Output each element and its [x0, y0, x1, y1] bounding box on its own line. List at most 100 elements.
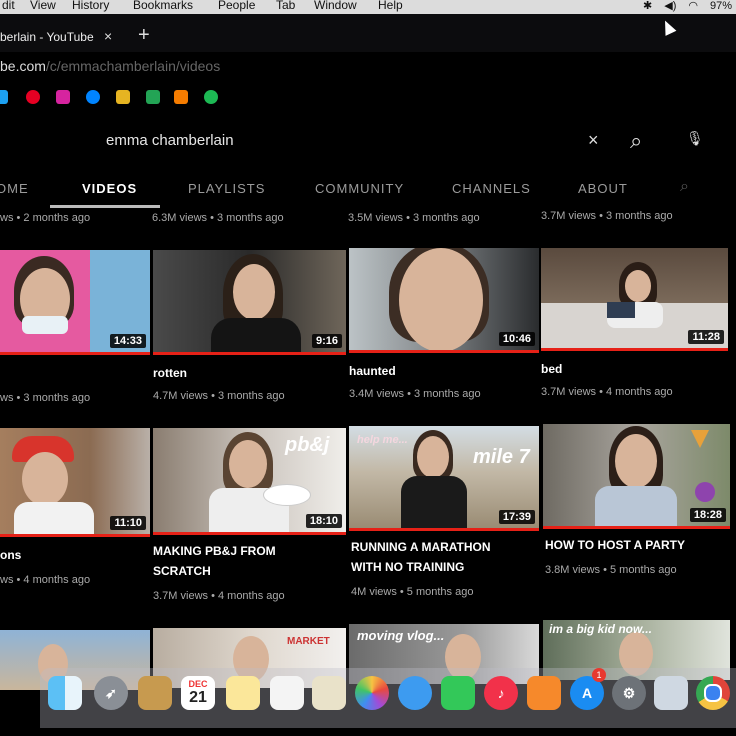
url-host: be.com [0, 58, 46, 74]
channel-tabs: OME VIDEOS PLAYLISTS COMMUNITY CHANNELS … [0, 178, 736, 208]
video-title[interactable]: MAKING PB&J FROM [153, 542, 276, 561]
video-meta: 3.8M views • 5 months ago [545, 564, 677, 576]
app-store-badge: 1 [592, 668, 606, 682]
browser-tab-bar: berlain - YouTube × + [0, 14, 736, 52]
volume-icon[interactable]: ◀) [664, 0, 676, 12]
tab-videos[interactable]: VIDEOS [82, 181, 137, 196]
video-meta: 3.5M views • 3 months ago [348, 212, 480, 224]
calendar-day: 21 [189, 689, 207, 706]
video-thumbnail[interactable]: 18:28 [543, 424, 730, 529]
tab-home[interactable]: OME [0, 181, 29, 196]
bluetooth-icon[interactable]: ✱ [643, 0, 652, 12]
video-title[interactable]: HOW TO HOST A PARTY [545, 536, 685, 555]
video-meta: ws • 4 months ago [0, 574, 91, 586]
menubar: dit View History Bookmarks People Tab Wi… [0, 0, 736, 14]
new-tab-button[interactable]: + [138, 24, 150, 47]
tab-about[interactable]: ABOUT [578, 181, 628, 196]
battery-percent[interactable]: 97% [710, 0, 732, 12]
video-title[interactable]: bed [541, 360, 562, 379]
finder-icon[interactable] [48, 676, 82, 710]
thumbnail-overlay-text: moving vlog... [357, 628, 445, 643]
stickies-icon[interactable] [226, 676, 260, 710]
video-meta: 3.7M views • 3 months ago [541, 210, 673, 222]
tab-community[interactable]: COMMUNITY [315, 181, 404, 196]
search-input[interactable]: emma chamberlain [106, 132, 234, 149]
orange-bookmark-icon[interactable] [174, 90, 188, 104]
video-title[interactable]: ons [0, 546, 21, 565]
thumbnail-overlay-text: MARKET [287, 636, 330, 647]
video-duration: 18:10 [305, 514, 342, 528]
menu-people[interactable]: People [218, 0, 255, 11]
instagram-bookmark-icon[interactable] [56, 90, 70, 104]
video-duration: 17:39 [498, 510, 535, 524]
video-thumbnail[interactable]: 9:16 [153, 250, 346, 355]
messenger-bookmark-icon[interactable] [86, 90, 100, 104]
spotify-bookmark-icon[interactable] [204, 90, 218, 104]
video-meta: ws • 2 months ago [0, 212, 91, 224]
video-meta: 6.3M views • 3 months ago [152, 212, 284, 224]
video-thumbnail[interactable]: 11:28 [541, 248, 728, 351]
facetime-icon[interactable] [441, 676, 475, 710]
menu-window[interactable]: Window [314, 0, 357, 11]
url-path: /c/emmachamberlain/videos [45, 58, 221, 74]
address-bar[interactable]: be.com/c/emmachamberlain/videos [0, 58, 220, 74]
thumbnail-overlay-text: help me... [357, 434, 408, 446]
video-title-line2[interactable]: WITH NO TRAINING [351, 558, 464, 577]
active-tab-underline [50, 205, 160, 208]
video-duration: 14:33 [109, 334, 146, 348]
menu-edit[interactable]: dit [2, 0, 15, 11]
menu-tab[interactable]: Tab [276, 0, 295, 11]
photos-icon[interactable] [355, 676, 389, 710]
video-meta: 4.7M views • 3 months ago [153, 390, 285, 402]
menu-history[interactable]: History [72, 0, 109, 11]
video-meta: ws • 3 months ago [0, 392, 91, 404]
video-meta: 4M views • 5 months ago [351, 586, 474, 598]
wifi-icon[interactable]: ◠ [688, 0, 698, 12]
chrome-icon[interactable] [696, 676, 730, 710]
channel-search-icon[interactable]: ⌕ [680, 178, 690, 196]
screenshot-icon[interactable] [654, 676, 688, 710]
pinterest-bookmark-icon[interactable] [26, 90, 40, 104]
system-preferences-icon[interactable]: ⚙ [612, 676, 646, 710]
tab-channels[interactable]: CHANNELS [452, 181, 531, 196]
thumbnail-overlay-text: im a big kid now... [549, 622, 652, 636]
music-icon[interactable]: ♪ [484, 676, 518, 710]
video-thumbnail[interactable]: 14:33 [0, 250, 150, 355]
video-duration: 10:46 [498, 332, 535, 346]
messages-icon[interactable] [398, 676, 432, 710]
menu-bookmarks[interactable]: Bookmarks [133, 0, 193, 11]
search-icon[interactable]: ⌕ [630, 128, 642, 154]
notes-icon[interactable] [138, 676, 172, 710]
meet-bookmark-icon[interactable] [146, 90, 160, 104]
tab-close-icon[interactable]: × [104, 28, 112, 44]
video-thumbnail[interactable]: pb&j 18:10 [153, 428, 346, 535]
menu-view[interactable]: View [30, 0, 56, 11]
calendar-icon[interactable]: DEC 21 [181, 676, 215, 710]
video-duration: 11:10 [110, 516, 146, 530]
video-title[interactable]: rotten [153, 364, 187, 383]
video-meta: 3.7M views • 4 months ago [153, 590, 285, 602]
video-duration: 18:28 [689, 508, 726, 522]
video-title-line2[interactable]: SCRATCH [153, 562, 211, 581]
menu-help[interactable]: Help [378, 0, 403, 11]
thumbnail-overlay-text: mile 7 [473, 446, 530, 468]
microphone-icon[interactable]: 🎙 [686, 130, 704, 147]
photo-bookmark-icon[interactable] [116, 90, 130, 104]
video-thumbnail[interactable]: help me... mile 7 17:39 [349, 426, 539, 531]
preview-icon[interactable] [312, 676, 346, 710]
tab-playlists[interactable]: PLAYLISTS [188, 181, 265, 196]
reminders-icon[interactable] [270, 676, 304, 710]
tab-title[interactable]: berlain - YouTube [0, 30, 94, 44]
video-thumbnail[interactable]: 10:46 [349, 248, 539, 353]
clear-search-icon[interactable]: × [588, 130, 599, 151]
video-title[interactable]: haunted [349, 362, 396, 381]
video-thumbnail[interactable]: 11:10 [0, 428, 150, 537]
launchpad-icon[interactable]: ➶ [94, 676, 128, 710]
video-duration: 11:28 [688, 330, 724, 344]
video-meta: 3.7M views • 4 months ago [541, 386, 673, 398]
twitter-bookmark-icon[interactable] [0, 90, 8, 104]
video-title[interactable]: RUNNING A MARATHON [351, 538, 491, 557]
thumbnail-overlay-text: pb&j [285, 434, 330, 456]
books-icon[interactable] [527, 676, 561, 710]
video-meta: 3.4M views • 3 months ago [349, 388, 481, 400]
